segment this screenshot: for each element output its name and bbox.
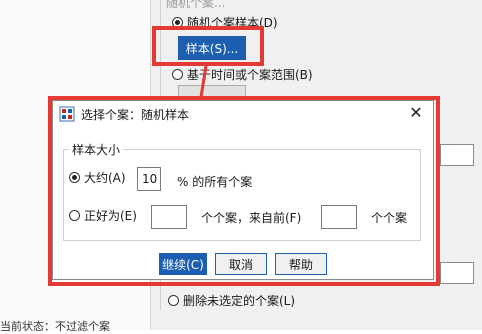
- dialog-highlight: [48, 96, 440, 286]
